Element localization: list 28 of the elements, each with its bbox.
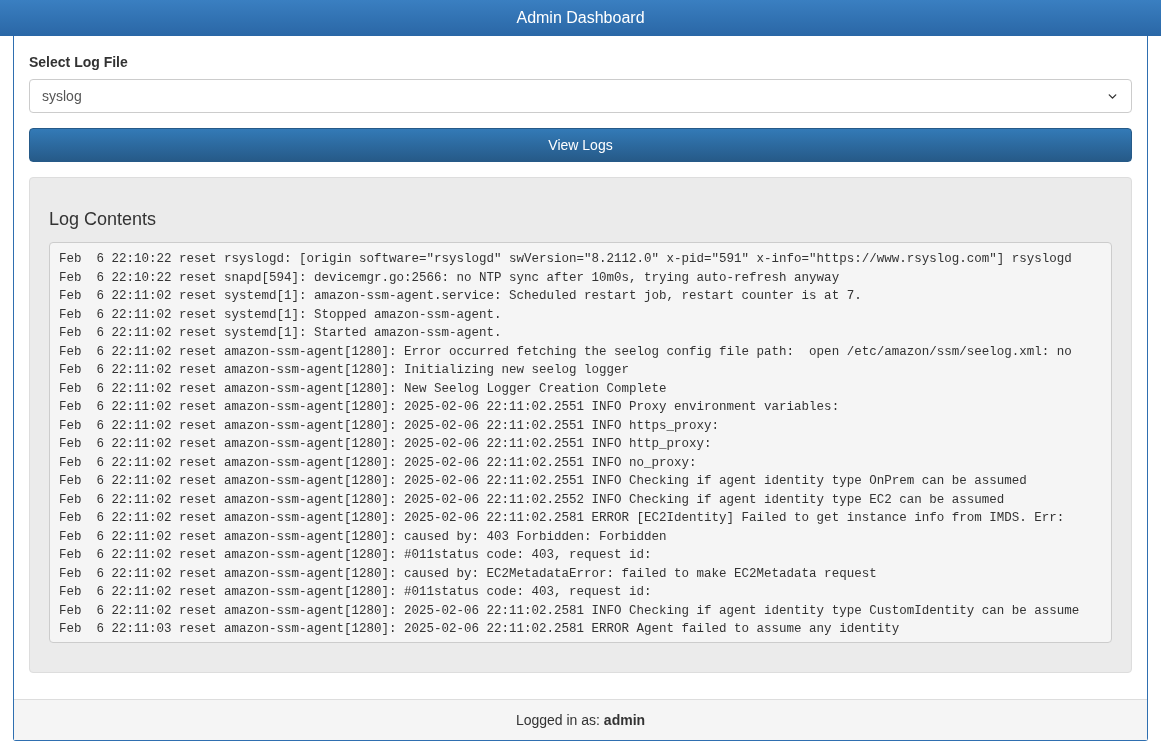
log-line: Feb 6 22:11:02 reset amazon-ssm-agent[1280]: #011status code: 403, request id:	[59, 584, 653, 601]
log-line: Feb 6 22:11:02 reset amazon-ssm-agent[1280]: 2025-02-06 22:11:02.2581 INFO Checking if agent identity type CustomIdentity can be assume	[59, 602, 1081, 620]
log-line: Feb 6 22:11:02 reset amazon-ssm-agent[1280]: Error occurred fetching the seelog config file path: open /etc/amazon/ssm/seelog.xml: no	[59, 343, 1073, 361]
log-line: Feb 6 22:11:02 reset amazon-ssm-agent[1280]: 2025-02-06 22:11:02.2581 ERROR [EC2Identity] Failed to get instance info from IMDS. Err:	[59, 510, 1066, 527]
view-logs-button[interactable]: View Logs	[29, 128, 1132, 162]
log-line: Feb 6 22:11:02 reset systemd[1]: amazon-ssm-agent.service: Scheduled restart job, restart counter is at 7.	[59, 288, 863, 305]
select-value: syslog	[42, 86, 82, 106]
log-file-select[interactable]: syslog	[29, 79, 1132, 113]
log-line: Feb 6 22:11:02 reset amazon-ssm-agent[1280]: New Seelog Logger Creation Complete	[59, 380, 668, 398]
log-line: Feb 6 22:11:02 reset amazon-ssm-agent[1280]: 2025-02-06 22:11:02.2551 INFO https_proxy:	[59, 417, 721, 435]
log-line: Feb 6 22:11:02 reset amazon-ssm-agent[1280]: 2025-02-06 22:11:02.2551 INFO no_proxy:	[59, 454, 698, 472]
log-line: Feb 6 22:11:02 reset amazon-ssm-agent[1280]: 2025-02-06 22:11:02.2552 INFO Checking if agent identity type EC2 can be assumed	[59, 491, 1006, 509]
log-line: Feb 6 22:11:02 reset amazon-ssm-agent[1280]: #011status code: 403, request id:	[59, 547, 653, 564]
log-line: Feb 6 22:11:02 reset amazon-ssm-agent[1280]: caused by: EC2MetadataError: failed to make EC2Metadata request	[59, 565, 878, 583]
log-line: Feb 6 22:11:02 reset systemd[1]: Stopped amazon-ssm-agent.	[59, 306, 503, 324]
log-line: Feb 6 22:10:22 reset rsyslogd: [origin software="rsyslogd" swVersion="8.2112.0" x-pid="591" x-info="https://www.rsyslog.com"] rsyslogd	[59, 251, 1073, 268]
field-label: Select Log File	[29, 53, 129, 72]
log-line: Feb 6 22:11:02 reset amazon-ssm-agent[1280]: 2025-02-06 22:11:02.2551 INFO Checking if agent identity type OnPrem can be assumed	[59, 473, 1028, 490]
log-line: Feb 6 22:11:03 reset amazon-ssm-agent[1280]: 2025-02-06 22:11:02.2581 ERROR Agent failed to assume any identity	[59, 621, 901, 638]
page-title: Admin Dashboard	[516, 8, 645, 28]
log-line: Feb 6 22:11:02 reset amazon-ssm-agent[1280]: 2025-02-06 22:11:02.2551 INFO http_proxy:	[59, 436, 713, 453]
panel-title: Log Contents	[49, 208, 158, 231]
log-line: Feb 6 22:11:02 reset amazon-ssm-agent[1280]: Initializing new seelog logger	[59, 362, 631, 379]
log-line: Feb 6 22:11:02 reset amazon-ssm-agent[1280]: 2025-02-06 22:11:02.2551 INFO Proxy environment variables:	[59, 399, 841, 416]
login-status: Logged in as: admin	[515, 710, 646, 730]
log-line: Feb 6 22:11:02 reset systemd[1]: Started amazon-ssm-agent.	[59, 325, 503, 342]
log-line: Feb 6 22:10:22 reset snapd[594]: devicemgr.go:2566: no NTP sync after 10m0s, trying auto-refresh anyway	[59, 269, 841, 287]
log-line: Feb 6 22:11:02 reset amazon-ssm-agent[1280]: caused by: 403 Forbidden: Forbidden	[59, 528, 668, 546]
